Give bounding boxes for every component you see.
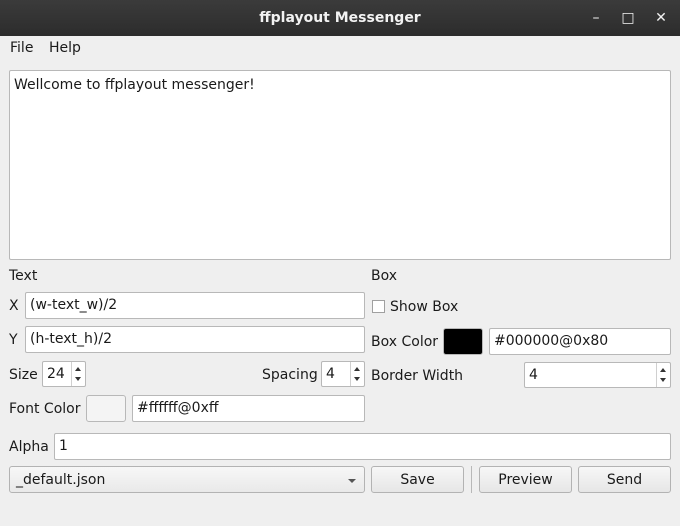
border-width-down-arrow-icon[interactable]: [660, 378, 666, 382]
alpha-input[interactable]: 1: [54, 433, 671, 460]
save-button[interactable]: Save: [371, 466, 464, 493]
spacing-spinbox[interactable]: 4: [321, 361, 365, 387]
menu-help[interactable]: Help: [49, 39, 81, 57]
preset-select[interactable]: _default.json: [9, 466, 365, 493]
x-input-value: (w-text_w)/2: [30, 297, 118, 313]
send-button[interactable]: Send: [578, 466, 671, 493]
box-color-label: Box Color: [371, 334, 439, 350]
minimize-icon: –: [592, 10, 600, 26]
message-textarea[interactable]: Wellcome to ffplayout messenger!: [9, 70, 671, 260]
box-color-value: #000000@0x80: [494, 333, 609, 349]
box-section-heading: Box: [371, 268, 398, 284]
font-color-input[interactable]: #ffffff@0xff: [132, 395, 365, 422]
border-width-value: 4: [529, 367, 538, 383]
message-text: Wellcome to ffplayout messenger!: [14, 77, 255, 93]
window-title: ffplayout Messenger: [259, 10, 421, 26]
border-width-spinbox[interactable]: 4: [524, 362, 671, 388]
minimize-button[interactable]: –: [586, 8, 606, 28]
button-separator: [471, 466, 472, 493]
x-input[interactable]: (w-text_w)/2: [25, 292, 365, 319]
font-color-swatch[interactable]: [86, 395, 126, 422]
font-color-label: Font Color: [9, 401, 81, 417]
show-box-label: Show Box: [390, 299, 459, 315]
spacing-up-arrow-icon[interactable]: [354, 367, 360, 371]
title-bar: ffplayout Messenger – □ ✕: [0, 0, 680, 36]
alpha-label: Alpha: [9, 439, 49, 455]
size-value: 24: [47, 366, 65, 382]
maximize-icon: □: [621, 10, 635, 26]
maximize-button[interactable]: □: [618, 8, 638, 28]
spacing-stepper[interactable]: [350, 362, 364, 386]
close-button[interactable]: ✕: [651, 8, 671, 28]
y-input[interactable]: (h-text_h)/2: [25, 326, 365, 353]
preview-button[interactable]: Preview: [479, 466, 572, 493]
preset-selected-value: _default.json: [16, 472, 106, 488]
font-color-value: #ffffff@0xff: [137, 400, 219, 416]
size-spinbox[interactable]: 24: [42, 361, 86, 387]
size-stepper[interactable]: [71, 362, 85, 386]
size-down-arrow-icon[interactable]: [75, 377, 81, 381]
border-width-stepper[interactable]: [656, 363, 670, 387]
menu-file[interactable]: File: [10, 39, 33, 57]
size-label: Size: [9, 367, 38, 383]
spacing-down-arrow-icon[interactable]: [354, 377, 360, 381]
spacing-value: 4: [326, 366, 335, 382]
size-up-arrow-icon[interactable]: [75, 367, 81, 371]
show-box-checkbox[interactable]: [372, 300, 385, 313]
text-section-heading: Text: [9, 268, 38, 284]
spacing-label: Spacing: [262, 367, 318, 383]
alpha-value: 1: [59, 438, 68, 454]
box-color-input[interactable]: #000000@0x80: [489, 328, 671, 355]
y-input-value: (h-text_h)/2: [30, 331, 112, 347]
close-icon: ✕: [655, 10, 667, 26]
border-width-label: Border Width: [371, 368, 464, 384]
box-color-swatch[interactable]: [443, 328, 483, 355]
menu-bar: File Help: [0, 36, 680, 60]
chevron-down-icon: [348, 479, 356, 483]
y-label: Y: [9, 332, 18, 348]
x-label: X: [9, 298, 19, 314]
border-width-up-arrow-icon[interactable]: [660, 368, 666, 372]
